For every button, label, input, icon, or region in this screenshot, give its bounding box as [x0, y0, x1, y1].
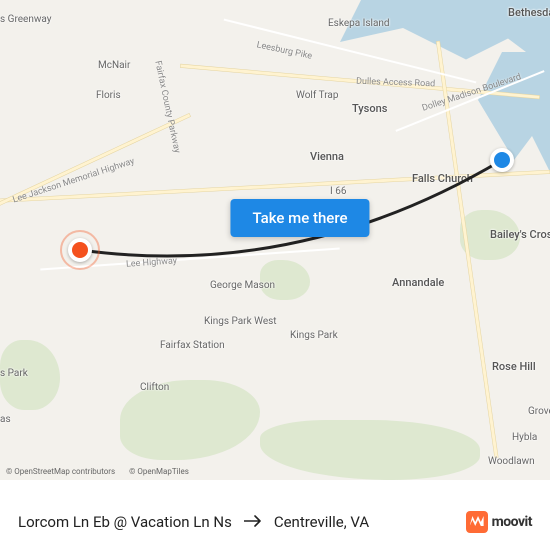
map-container[interactable]: Bethesda Eskepa Island McNair Floris Wolf Tr…	[0, 0, 550, 480]
place-label: Woodlawn	[488, 456, 535, 467]
route-to: Centreville, VA	[274, 513, 369, 531]
take-me-there-button[interactable]: Take me there	[230, 199, 369, 237]
place-label: Tysons	[352, 102, 387, 115]
start-marker-icon[interactable]	[490, 148, 514, 172]
place-label: Vienna	[310, 150, 344, 163]
attribution-tiles[interactable]: © OpenMapTiles	[129, 467, 189, 476]
end-marker-icon[interactable]	[68, 238, 92, 262]
place-label: Hybla	[512, 432, 537, 443]
place-label: Kings Park West	[204, 316, 277, 327]
place-label: George Mason	[210, 280, 275, 291]
route-description: Lorcom Ln Eb @ Vacation Ln Ns Centrevill…	[18, 513, 369, 531]
park-area	[260, 420, 480, 480]
place-label: Grove	[528, 406, 550, 417]
map-attribution: © OpenStreetMap contributors © OpenMapTi…	[6, 467, 201, 476]
place-label: Clifton	[140, 382, 169, 393]
place-label: I 66	[330, 186, 346, 197]
moovit-wordmark: moovit	[492, 514, 532, 530]
route-from: Lorcom Ln Eb @ Vacation Ln Ns	[18, 513, 232, 531]
place-label: Fairfax Station	[160, 340, 225, 351]
attribution-osm[interactable]: © OpenStreetMap contributors	[6, 467, 115, 476]
moovit-icon	[466, 511, 488, 533]
place-label: Kings Park	[290, 330, 338, 341]
place-label: s Greenway	[0, 14, 52, 25]
place-label: Bailey's Crossroads	[490, 228, 550, 241]
place-label: Bethesda	[508, 6, 550, 19]
place-label: s Park	[0, 368, 28, 379]
place-label: Wolf Trap	[296, 90, 338, 101]
footer-bar: Lorcom Ln Eb @ Vacation Ln Ns Centrevill…	[0, 480, 550, 550]
place-label: Floris	[96, 90, 121, 101]
place-label: Eskepa Island	[328, 18, 390, 29]
moovit-logo[interactable]: moovit	[466, 511, 532, 533]
place-label: Falls Church	[412, 172, 473, 185]
place-label: McNair	[98, 60, 130, 71]
place-label: as	[0, 414, 11, 425]
place-label: Rose Hill	[492, 360, 536, 373]
arrow-right-icon	[244, 513, 262, 531]
place-label: Annandale	[392, 276, 444, 289]
